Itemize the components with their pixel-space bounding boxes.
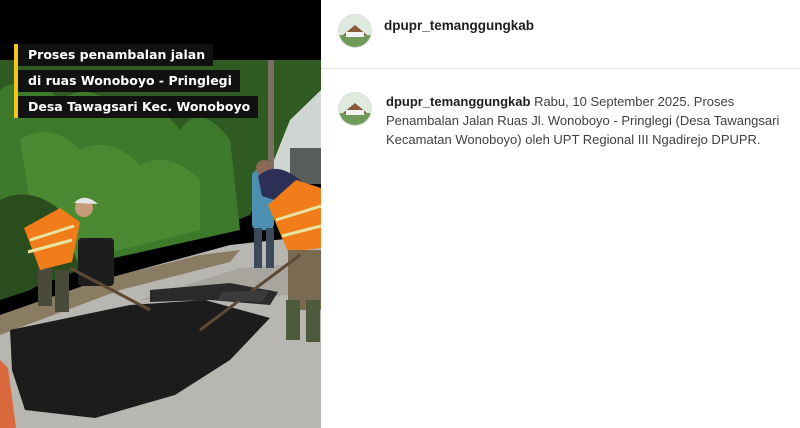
- post-media[interactable]: Proses penambalan jalan di ruas Wonoboyo…: [0, 0, 321, 428]
- overlay-line-1: Proses penambalan jalan: [18, 44, 214, 66]
- caption-text: dpupr_temanggungkab Rabu, 10 September 2…: [386, 92, 786, 149]
- post-details: dpupr_temanggungkab dpupr_temanggungkab …: [321, 0, 800, 428]
- building-logo-icon[interactable]: [338, 14, 372, 48]
- post-username[interactable]: dpupr_temanggungkab: [384, 18, 534, 33]
- overlay-line-3: Desa Tawagsari Kec. Wonoboyo: [18, 96, 259, 118]
- caption-author[interactable]: dpupr_temanggungkab: [386, 94, 530, 109]
- post-viewer: Proses penambalan jalan di ruas Wonoboyo…: [0, 0, 800, 428]
- post-header: dpupr_temanggungkab: [321, 0, 800, 69]
- overlay-line-2: di ruas Wonoboyo - Pringlegi: [18, 70, 240, 92]
- building-logo-icon[interactable]: [338, 92, 372, 126]
- video-caption-overlay: Proses penambalan jalan di ruas Wonoboyo…: [14, 44, 259, 118]
